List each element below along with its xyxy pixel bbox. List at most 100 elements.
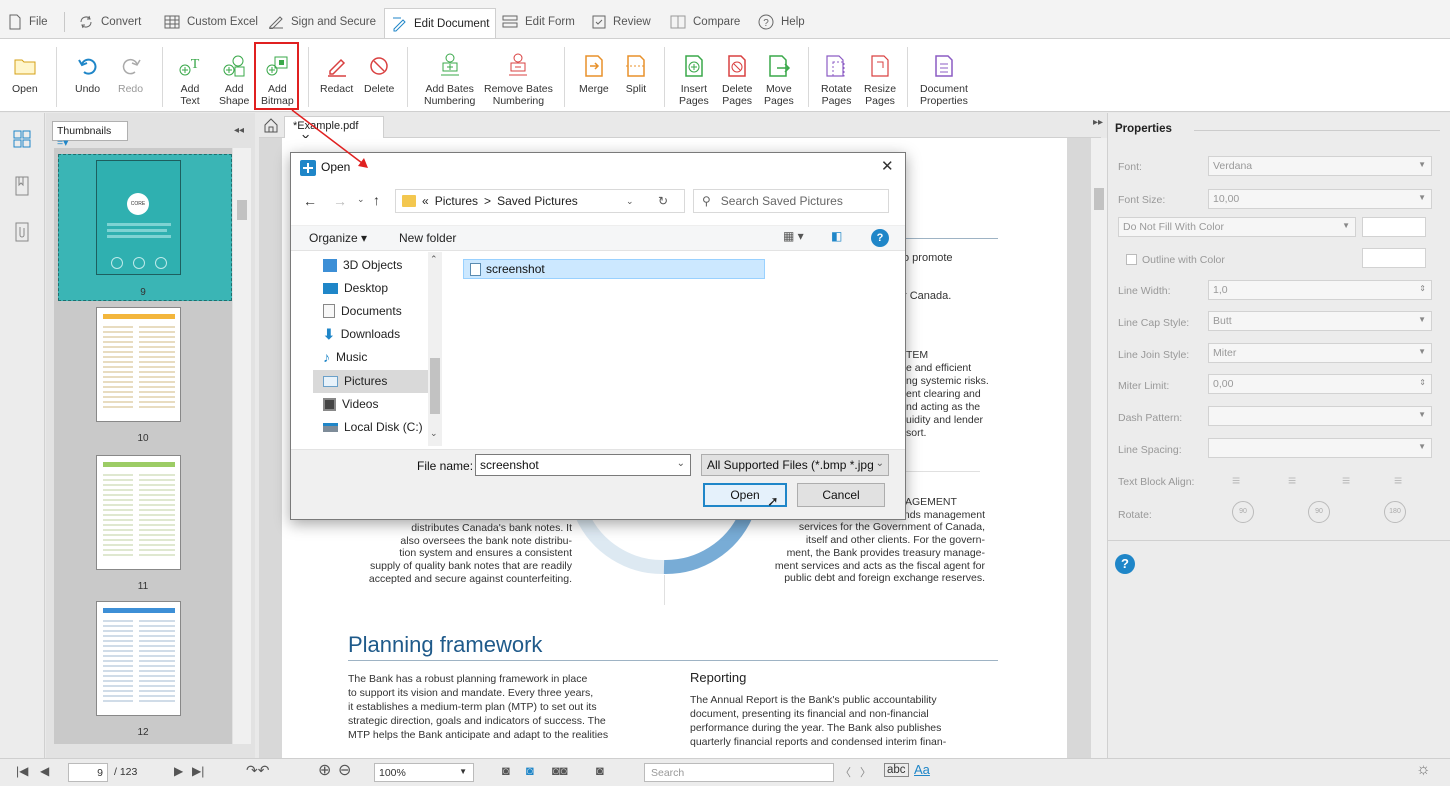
nav-3d-objects[interactable]: 3D Objects: [313, 254, 425, 276]
miter-limit-stepper[interactable]: 0,00 ⇕: [1208, 374, 1432, 394]
rotate-90-ccw-button[interactable]: 90: [1232, 501, 1254, 523]
nav-local-disk[interactable]: Local Disk (C:): [313, 416, 425, 438]
zoom-in-icon[interactable]: ⊕: [318, 760, 331, 780]
single-page-view-icon[interactable]: ◙: [502, 763, 510, 778]
expand-panel-icon[interactable]: ▸▸: [1093, 117, 1103, 128]
resize-pages-button[interactable]: Resize Pages: [864, 49, 896, 107]
menu-file[interactable]: File: [2, 8, 54, 36]
merge-button[interactable]: Merge: [579, 49, 609, 95]
rotate-view-icon[interactable]: ↷↶: [246, 762, 269, 779]
line-spacing-select[interactable]: ▼: [1208, 438, 1432, 458]
menu-help[interactable]: ? Help: [752, 8, 811, 36]
preview-pane-icon[interactable]: ◧: [831, 229, 842, 243]
redo-button[interactable]: Redo: [118, 49, 143, 95]
nav-music[interactable]: ♪ Music: [313, 346, 425, 368]
menu-edit-form[interactable]: Edit Form: [496, 8, 581, 36]
nav-videos[interactable]: Videos: [313, 393, 425, 415]
match-case-toggle[interactable]: Aa: [914, 762, 930, 777]
help-icon[interactable]: ?: [871, 229, 889, 247]
align-justify-icon[interactable]: ≡: [1394, 472, 1402, 488]
previous-page-icon[interactable]: ◀: [40, 764, 49, 778]
menu-sign-secure[interactable]: Sign and Secure: [262, 8, 382, 36]
last-page-icon[interactable]: ▶|: [192, 764, 204, 778]
delete-button[interactable]: Delete: [364, 49, 394, 95]
font-select[interactable]: Verdana ▼: [1208, 156, 1432, 176]
new-folder-button[interactable]: New folder: [399, 231, 456, 245]
back-arrow-icon[interactable]: ←: [303, 193, 317, 209]
thumbnail-page-9[interactable]: CORE: [96, 160, 181, 275]
organize-menu[interactable]: Organize ▾: [309, 231, 367, 245]
thumbnail-scrollbar[interactable]: [233, 148, 251, 744]
line-width-stepper[interactable]: 1,0 ⇕: [1208, 280, 1432, 300]
menu-convert[interactable]: Convert: [72, 8, 147, 36]
cover-view-icon[interactable]: ◙: [596, 763, 604, 778]
first-page-icon[interactable]: |◀: [16, 764, 28, 778]
thumbnails-icon[interactable]: [12, 129, 32, 149]
line-join-select[interactable]: Miter ▼: [1208, 343, 1432, 363]
add-shape-button[interactable]: Add Shape: [219, 49, 249, 107]
bookmark-icon[interactable]: [12, 175, 32, 197]
forward-arrow-icon[interactable]: →: [333, 193, 347, 209]
move-pages-button[interactable]: Move Pages: [764, 49, 794, 107]
fill-color-swatch[interactable]: [1362, 217, 1426, 237]
rotate-180-button[interactable]: 180: [1384, 501, 1406, 523]
file-item-screenshot[interactable]: screenshot: [463, 259, 765, 279]
document-scrollbar[interactable]: [1091, 138, 1107, 758]
delete-pages-button[interactable]: Delete Pages: [722, 49, 752, 107]
fill-color-select[interactable]: Do Not Fill With Color ▼: [1118, 217, 1356, 237]
nav-pictures[interactable]: Pictures: [313, 370, 425, 392]
facing-view-icon[interactable]: ◙◙: [552, 763, 568, 778]
collapse-panel-button[interactable]: ◂◂: [234, 125, 244, 136]
zoom-select[interactable]: 100% ▼: [374, 763, 474, 782]
thumbnails-dropdown[interactable]: Thumbnails =▾: [52, 121, 128, 149]
thumbnail-page-10[interactable]: [96, 307, 181, 422]
nav-downloads[interactable]: ⬇ Downloads: [313, 323, 425, 345]
brightness-icon[interactable]: ☼: [1416, 761, 1431, 779]
cancel-button[interactable]: Cancel: [797, 483, 885, 507]
recent-locations-icon[interactable]: ⌄: [357, 194, 365, 205]
file-type-select[interactable]: All Supported Files (*.bmp *.jpg ⌄: [701, 454, 889, 476]
document-properties-button[interactable]: Document Properties: [920, 49, 968, 107]
refresh-icon[interactable]: ↻: [658, 194, 668, 208]
file-name-input[interactable]: screenshot ⌄: [475, 454, 691, 476]
nav-documents[interactable]: Documents: [313, 300, 425, 322]
font-size-select[interactable]: 10,00 ▼: [1208, 189, 1432, 209]
nav-desktop[interactable]: Desktop: [313, 277, 425, 299]
search-next-icon[interactable]: 〉: [860, 764, 871, 780]
attachment-icon[interactable]: [12, 221, 32, 243]
rotate-pages-button[interactable]: Rotate Pages: [821, 49, 852, 107]
search-input[interactable]: Search: [644, 763, 834, 782]
add-text-button[interactable]: T Add Text: [178, 49, 202, 107]
page-number-input[interactable]: 9: [68, 763, 108, 782]
menu-custom-excel[interactable]: Custom Excel: [158, 8, 264, 36]
continuous-view-icon[interactable]: ◙: [526, 763, 534, 778]
view-options-icon[interactable]: ▦ ▾: [783, 229, 804, 243]
add-bates-button[interactable]: Add Bates Numbering: [424, 49, 475, 107]
align-left-icon[interactable]: ≡: [1232, 472, 1240, 488]
open-button[interactable]: Open: [12, 49, 38, 95]
zoom-out-icon[interactable]: ⊖: [338, 760, 351, 780]
undo-button[interactable]: Undo: [75, 49, 100, 95]
rotate-90-cw-button[interactable]: 90: [1308, 501, 1330, 523]
help-icon[interactable]: ?: [1115, 554, 1135, 574]
search-previous-icon[interactable]: 〈: [840, 764, 851, 780]
nav-scrollbar[interactable]: ⌃ ⌄: [428, 252, 442, 446]
redact-button[interactable]: Redact: [320, 49, 353, 95]
menu-edit-document[interactable]: Edit Document: [384, 8, 497, 38]
close-icon[interactable]: ✕: [881, 157, 894, 175]
align-right-icon[interactable]: ≡: [1342, 472, 1350, 488]
match-whole-word-toggle[interactable]: abc: [884, 763, 909, 777]
menu-compare[interactable]: Compare: [664, 8, 746, 36]
next-page-icon[interactable]: ▶: [174, 764, 183, 778]
dash-pattern-select[interactable]: ▼: [1208, 406, 1432, 426]
line-cap-select[interactable]: Butt ▼: [1208, 311, 1432, 331]
address-bar[interactable]: « Pictures > Saved Pictures ⌄ ↻: [395, 189, 685, 213]
chevron-down-icon[interactable]: ⌄: [626, 196, 634, 207]
remove-bates-button[interactable]: Remove Bates Numbering: [484, 49, 553, 107]
menu-review[interactable]: Review: [586, 8, 657, 36]
outline-color-swatch[interactable]: [1362, 248, 1426, 268]
split-button[interactable]: Split: [625, 49, 647, 95]
align-center-icon[interactable]: ≡: [1288, 472, 1296, 488]
thumbnail-page-11[interactable]: [96, 455, 181, 570]
outline-checkbox[interactable]: [1126, 254, 1137, 265]
